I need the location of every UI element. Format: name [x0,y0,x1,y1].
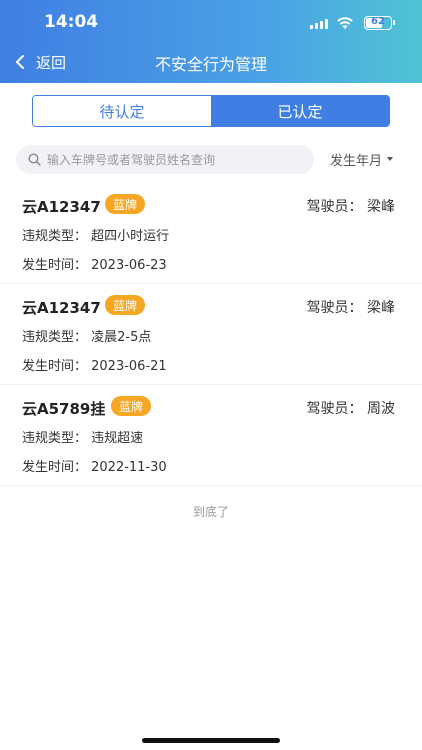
violation-type: 违规类型： 违规超速 [22,431,144,446]
record-item[interactable]: 云A5789挂 蓝牌 驾驶员： 周波 违规类型： 违规超速 发生时间： 2022… [0,385,422,486]
date-filter-dropdown[interactable]: 发生年月 [330,150,394,169]
search-input[interactable] [47,152,287,167]
status-bar: 14:04 62 [0,12,422,36]
occurrence-time: 发生时间： 2023-06-21 [22,359,167,374]
driver-name: 驾驶员： 梁峰 [306,199,395,215]
record-list: 云A12347 蓝牌 驾驶员： 梁峰 违规类型： 超四小时运行 发生时间： 20… [0,183,422,486]
tab-pending[interactable]: 待认定 [33,96,211,126]
occurrence-time: 发生时间： 2023-06-23 [22,258,167,273]
home-indicator[interactable] [142,738,280,743]
plate-number: 云A12347 [22,299,101,317]
plate-number: 云A12347 [22,198,101,216]
end-of-list-text: 到底了 [192,505,229,519]
driver-name: 驾驶员： 周波 [306,401,395,417]
violation-type: 违规类型： 凌晨2-5点 [22,330,152,345]
plate-type-badge: 蓝牌 [105,194,146,214]
wifi-icon [337,17,353,29]
record-item[interactable]: 云A12347 蓝牌 驾驶员： 梁峰 违规类型： 超四小时运行 发生时间： 20… [0,183,422,284]
plate-number: 云A5789挂 [22,400,106,418]
battery-level: 62 [371,16,385,27]
battery-icon: 62 [364,16,395,30]
search-icon [28,153,41,166]
status-tabs: 待认定 已认定 [32,95,390,127]
status-time: 14:04 [44,12,99,32]
violation-type: 违规类型： 超四小时运行 [22,229,170,244]
navbar: 返回 不安全行为管理 [0,48,422,76]
date-filter-label: 发生年月 [330,153,383,169]
caret-down-icon [387,157,394,161]
driver-name: 驾驶员： 梁峰 [306,300,395,316]
plate-type-badge: 蓝牌 [105,295,146,315]
page-title: 不安全行为管理 [154,55,267,74]
cellular-signal-icon [310,19,328,29]
plate-type-badge: 蓝牌 [111,396,152,416]
header: 14:04 62 返回 不安全行为管理 [0,0,422,83]
record-item[interactable]: 云A12347 蓝牌 驾驶员： 梁峰 违规类型： 凌晨2-5点 发生时间： 20… [0,284,422,385]
search-bar [16,145,314,174]
tab-confirmed[interactable]: 已认定 [211,96,389,126]
occurrence-time: 发生时间： 2022-11-30 [22,460,167,475]
